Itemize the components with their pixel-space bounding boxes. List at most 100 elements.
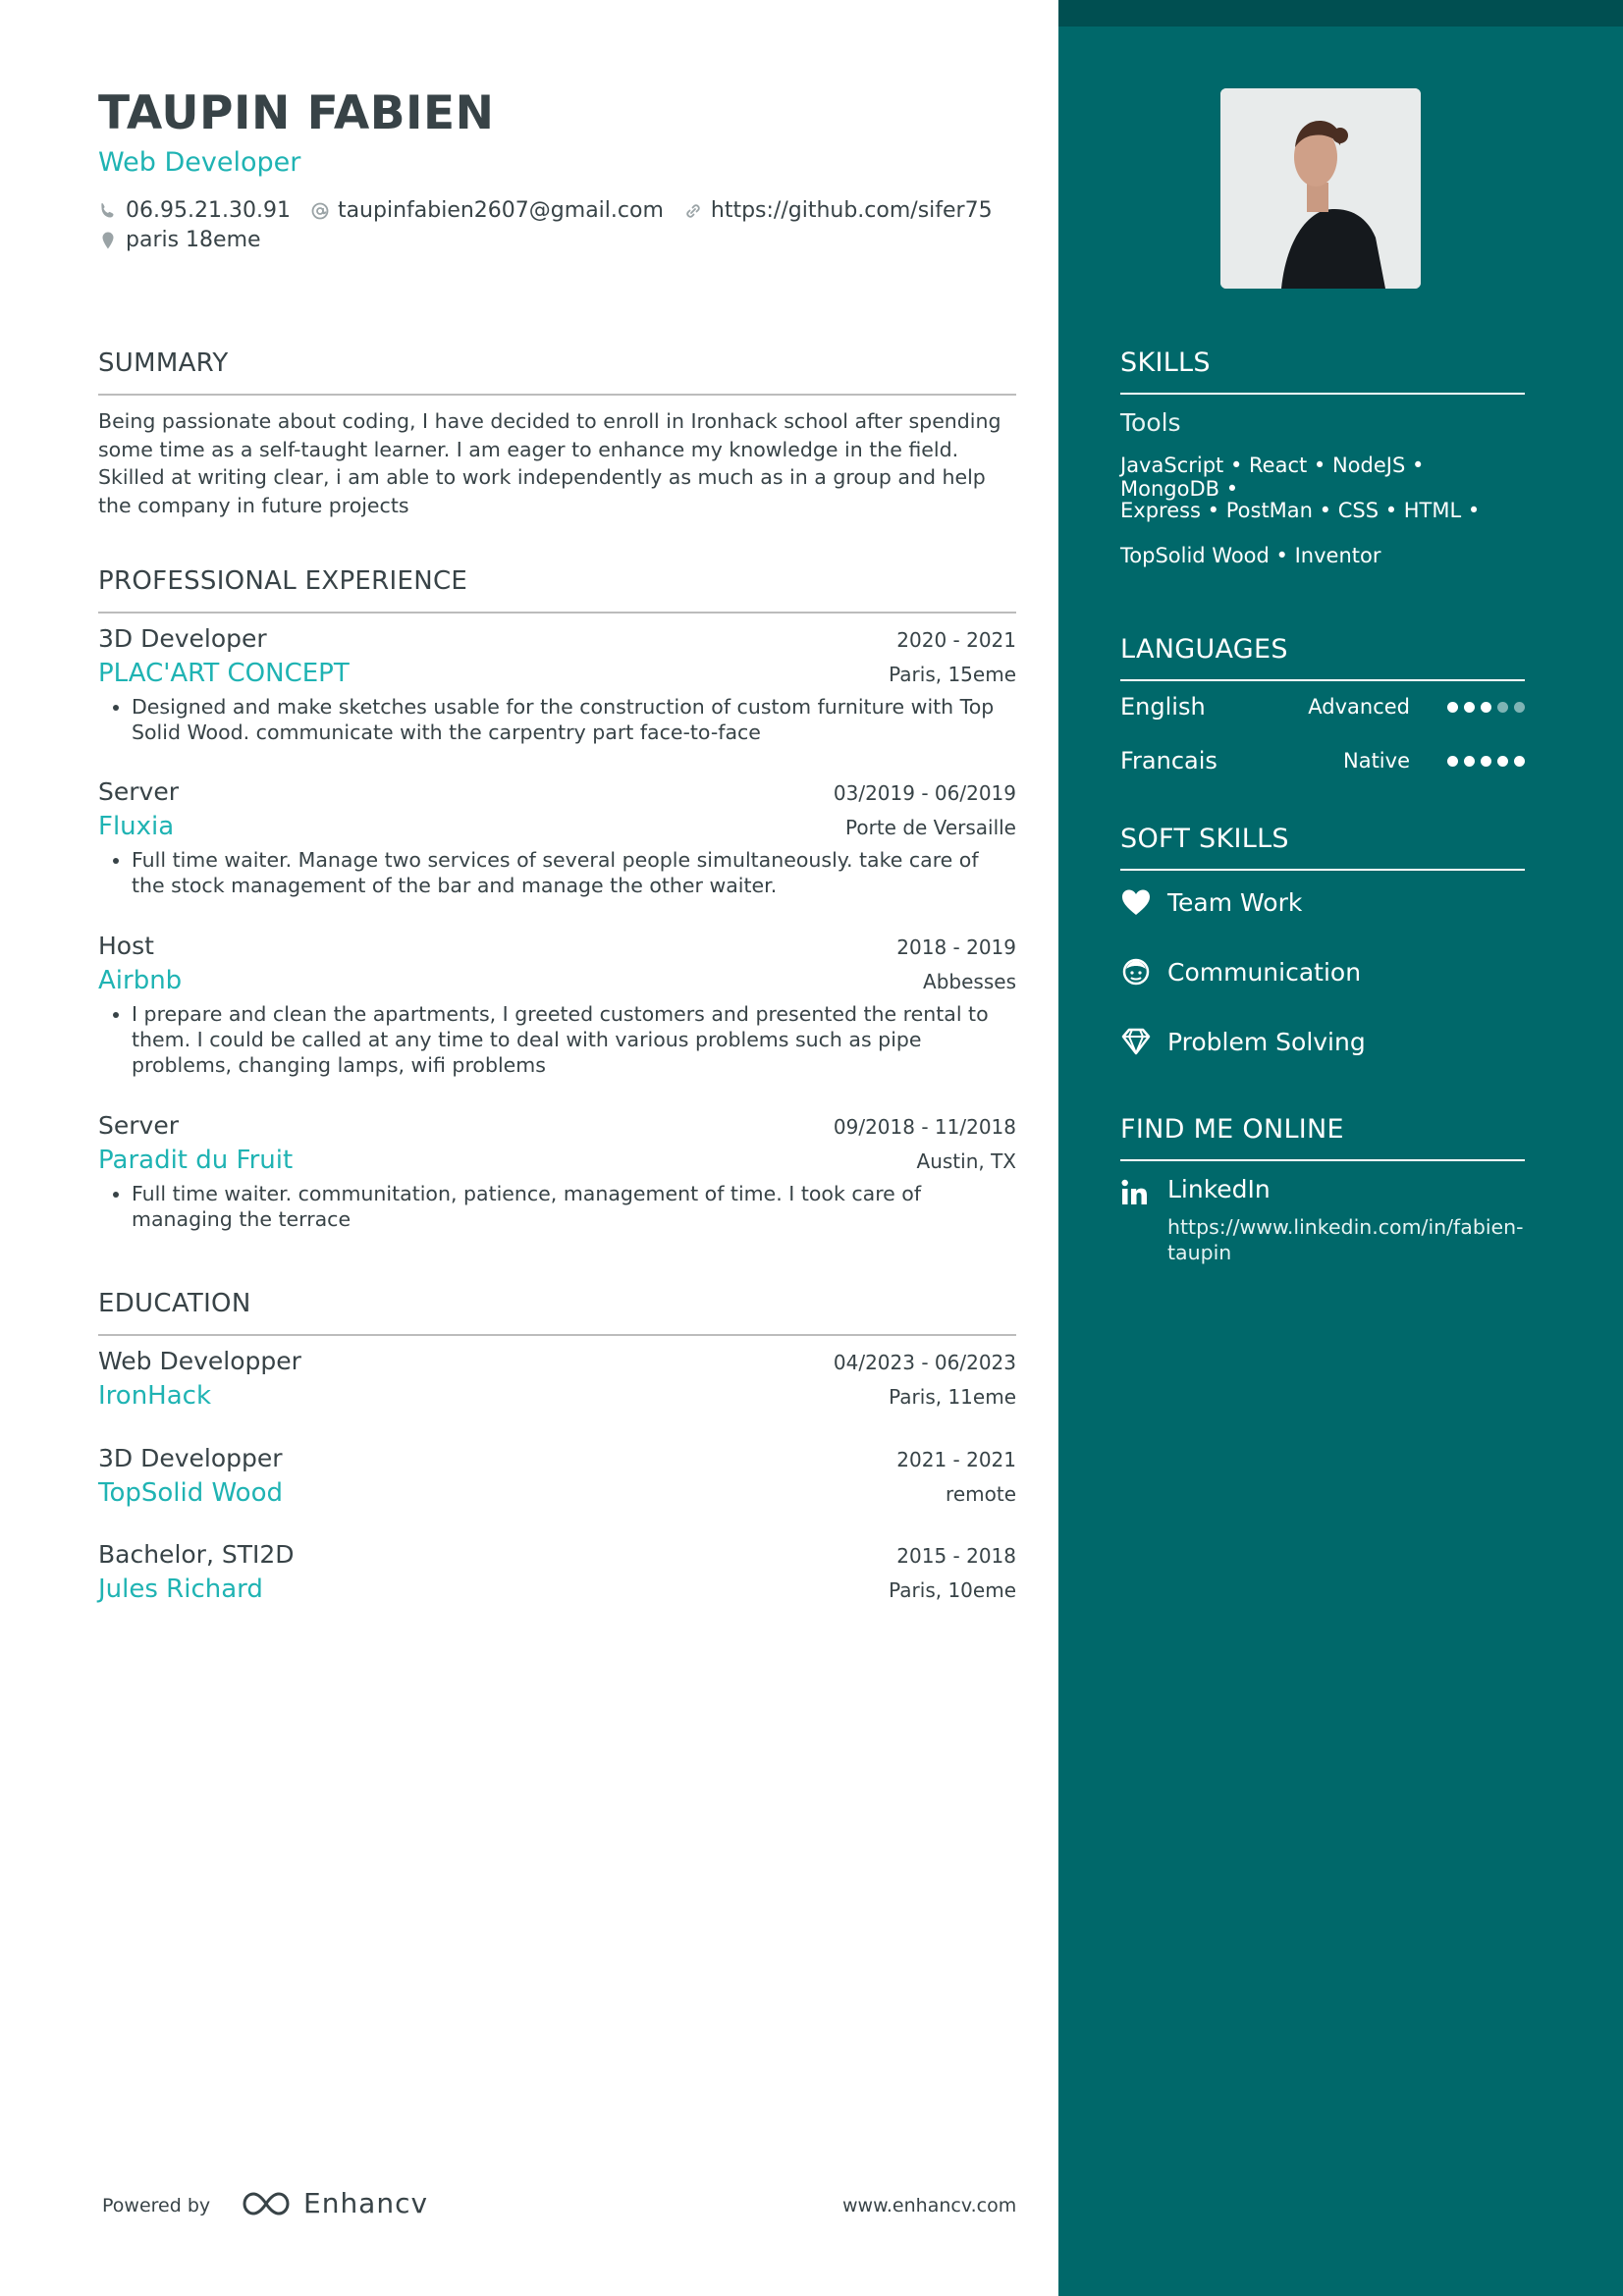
contact-row-1: 06.95.21.30.91 taupinfabien2607@gmail.co… — [98, 198, 993, 223]
education-heading: EDUCATION — [98, 1289, 251, 1318]
entry-location: Paris, 15eme — [889, 663, 1016, 686]
entry-title: Host — [98, 932, 154, 960]
contact-email[interactable]: taupinfabien2607@gmail.com — [310, 198, 664, 223]
entry-location: Abbesses — [923, 970, 1016, 993]
soft-skill-label: Problem Solving — [1167, 1027, 1366, 1056]
brand-logo[interactable]: Enhancv — [239, 2187, 428, 2219]
entry-date: 2021 - 2021 — [896, 1448, 1016, 1471]
proficiency-dot-empty — [1497, 701, 1508, 713]
entry-organization[interactable]: Jules Richard — [98, 1575, 263, 1604]
language-proficiency-dots — [1447, 701, 1525, 713]
education-entry: Web Developper 04/2023 - 06/2023 IronHack… — [98, 1347, 1016, 1411]
entry-location: Paris, 11eme — [889, 1385, 1016, 1409]
brand-name: Enhancv — [303, 2187, 429, 2219]
experience-entry: Server 03/2019 - 06/2019 Fluxia Porte de V… — [98, 777, 1016, 898]
summary-text: Being passionate about coding, I have de… — [98, 409, 1001, 517]
entry-organization[interactable]: Airbnb — [98, 966, 182, 995]
email-text: taupinfabien2607@gmail.com — [337, 198, 664, 223]
soft-skills-divider — [1120, 869, 1525, 871]
entry-organization[interactable]: PLAC'ART CONCEPT — [98, 659, 350, 688]
education-entry: Bachelor, STI2D 2015 - 2018 Jules Richard… — [98, 1540, 1016, 1604]
language-row: Francais Native — [1120, 747, 1525, 774]
soft-skill-item: Team Work — [1120, 887, 1302, 917]
entry-title: Server — [98, 1111, 179, 1140]
entry-bullet: Designed and make sketches usable for th… — [132, 694, 1016, 745]
soft-skills-heading: SOFT SKILLS — [1120, 824, 1289, 854]
language-row: English Advanced — [1120, 693, 1525, 721]
experience-entry: Server 09/2018 - 11/2018 Paradit du Fruit… — [98, 1111, 1016, 1232]
sidebar — [1058, 0, 1623, 2296]
experience-entry: 3D Developer 2020 - 2021 PLAC'ART CONCEPT… — [98, 624, 1016, 745]
contact-phone[interactable]: 06.95.21.30.91 — [98, 198, 291, 223]
profile-photo — [1220, 88, 1421, 289]
proficiency-dot-filled — [1481, 755, 1491, 767]
find-me-online-heading: FIND ME ONLINE — [1120, 1114, 1344, 1145]
entry-bullet: Full time waiter. Manage two services of… — [132, 847, 1016, 898]
experience-heading: PROFESSIONAL EXPERIENCE — [98, 566, 468, 596]
languages-divider — [1120, 679, 1525, 681]
contact-location: paris 18eme — [98, 228, 261, 252]
entry-organization[interactable]: Fluxia — [98, 812, 174, 841]
profile-portrait-image — [1220, 88, 1421, 289]
experience-entry: Host 2018 - 2019 Airbnb Abbesses I prepare… — [98, 932, 1016, 1078]
language-level: Advanced — [1308, 695, 1410, 719]
proficiency-dot-filled — [1447, 755, 1458, 767]
entry-date: 2018 - 2019 — [896, 935, 1016, 959]
entry-title: Web Developper — [98, 1347, 301, 1375]
education-divider — [98, 1334, 1016, 1336]
entry-location: Paris, 10eme — [889, 1578, 1016, 1602]
entry-bullets: Full time waiter. communitation, patienc… — [98, 1181, 1016, 1232]
soft-skill-label: Communication — [1167, 957, 1362, 987]
phone-icon — [101, 202, 114, 217]
entry-title: 3D Developer — [98, 624, 267, 653]
phone-text: 06.95.21.30.91 — [126, 198, 291, 223]
entry-location: Austin, TX — [916, 1149, 1016, 1173]
linkedin-url[interactable]: https://www.linkedin.com/in/fabien-taupi… — [1167, 1214, 1531, 1265]
powered-by-text: Powered by — [102, 2195, 211, 2216]
entry-bullet: Full time waiter. communitation, patienc… — [132, 1181, 1016, 1232]
infinity-logo-icon — [243, 2191, 290, 2216]
contact-website[interactable]: https://github.com/sifer75 — [683, 198, 993, 223]
entry-date: 09/2018 - 11/2018 — [833, 1115, 1016, 1139]
diamond-icon — [1121, 1028, 1151, 1055]
languages-heading: LANGUAGES — [1120, 634, 1288, 665]
sidebar-top-bar — [1058, 0, 1623, 27]
soft-skill-item: Problem Solving — [1120, 1027, 1366, 1056]
entry-organization[interactable]: Paradit du Fruit — [98, 1146, 293, 1175]
entry-bullets: Designed and make sketches usable for th… — [98, 694, 1016, 745]
education-entry: 3D Developper 2021 - 2021 TopSolid Wood re… — [98, 1444, 1016, 1508]
linkedin-label[interactable]: LinkedIn — [1167, 1175, 1271, 1203]
language-name: Francais — [1120, 747, 1217, 774]
summary-heading: SUMMARY — [98, 348, 229, 378]
entry-date: 2020 - 2021 — [896, 628, 1016, 652]
candidate-name: TAUPIN FABIEN — [98, 86, 495, 140]
linkedin-icon — [1121, 1179, 1147, 1204]
proficiency-dot-empty — [1514, 701, 1525, 713]
find-me-online-divider — [1120, 1159, 1525, 1161]
proficiency-dot-filled — [1481, 701, 1491, 713]
face-icon — [1122, 958, 1150, 986]
entry-organization[interactable]: IronHack — [98, 1381, 211, 1411]
proficiency-dot-filled — [1497, 755, 1508, 767]
skills-line: Express • PostMan • CSS • HTML • — [1120, 499, 1481, 522]
location-pin-icon — [102, 232, 114, 248]
website-text: https://github.com/sifer75 — [710, 198, 993, 223]
entry-organization[interactable]: TopSolid Wood — [98, 1478, 283, 1508]
language-level: Native — [1343, 749, 1410, 773]
link-icon — [686, 203, 700, 218]
proficiency-dot-filled — [1514, 755, 1525, 767]
proficiency-dot-filled — [1464, 755, 1475, 767]
entry-location: Porte de Versaille — [845, 816, 1016, 839]
entry-bullets: I prepare and clean the apartments, I gr… — [98, 1001, 1016, 1078]
entry-bullets: Full time waiter. Manage two services of… — [98, 847, 1016, 898]
soft-skill-item: Communication — [1120, 957, 1361, 987]
location-text: paris 18eme — [126, 228, 261, 252]
entry-title: Server — [98, 777, 179, 806]
experience-divider — [98, 612, 1016, 614]
entry-date: 2015 - 2018 — [896, 1544, 1016, 1568]
language-proficiency-dots — [1447, 755, 1525, 767]
footer-website[interactable]: www.enhancv.com — [842, 2195, 1016, 2216]
at-icon — [311, 202, 329, 219]
proficiency-dot-filled — [1464, 701, 1475, 713]
entry-location: remote — [946, 1482, 1016, 1506]
